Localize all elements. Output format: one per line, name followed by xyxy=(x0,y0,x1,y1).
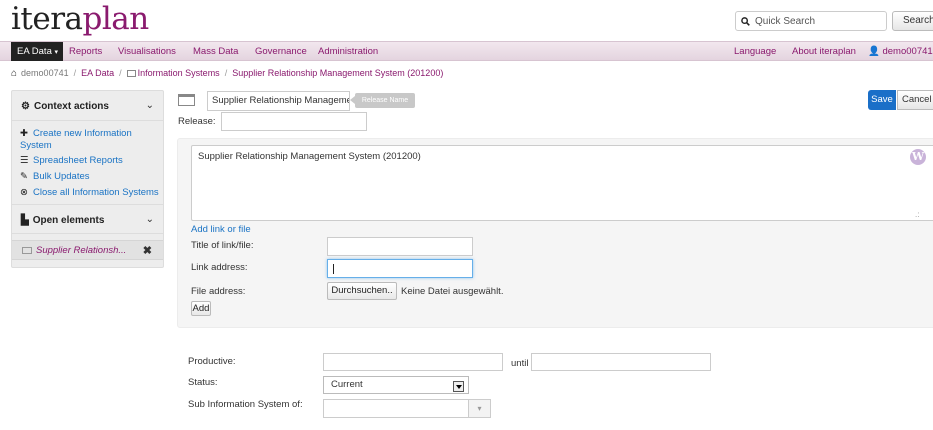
breadcrumb-ea-data[interactable]: EA Data xyxy=(81,68,114,78)
sub-information-system-input[interactable] xyxy=(323,399,469,418)
main-navbar: EA Data ▾ Reports Visualisations Mass Da… xyxy=(0,41,933,61)
app-logo: iteraplan xyxy=(11,1,149,37)
nav-administration[interactable]: Administration xyxy=(318,42,378,61)
nav-user[interactable]: 👤 demo00741 xyxy=(868,42,933,61)
context-actions-title: Context actions xyxy=(33,101,109,112)
cancel-button[interactable]: Cancel xyxy=(897,90,933,110)
link-address-input[interactable] xyxy=(327,259,473,278)
create-new-link-cont[interactable]: System xyxy=(20,140,52,152)
plus-icon: ✚ xyxy=(20,128,28,139)
productive-from-input[interactable] xyxy=(323,353,503,371)
chevron-down-icon[interactable]: ⌄ xyxy=(146,100,154,111)
nav-visualisations[interactable]: Visualisations xyxy=(118,42,176,61)
sub-information-system-label: Sub Information System of: xyxy=(188,399,303,410)
wiki-icon[interactable]: W xyxy=(910,149,926,165)
add-button[interactable]: Add xyxy=(191,301,211,316)
window-icon xyxy=(178,94,195,106)
breadcrumb-user[interactable]: demo00741 xyxy=(21,68,69,78)
nav-about[interactable]: About iteraplan xyxy=(792,42,856,61)
link-title-input[interactable] xyxy=(327,237,473,256)
resize-grip-icon[interactable]: .: xyxy=(915,210,919,219)
productive-label: Productive: xyxy=(188,356,236,367)
caret-down-icon: ▾ xyxy=(54,49,59,56)
file-address-label: File address: xyxy=(191,286,246,297)
window-icon xyxy=(22,247,32,254)
search-button[interactable]: Search xyxy=(892,11,933,31)
link-address-label: Link address: xyxy=(191,262,248,273)
open-elements-title: Open elements xyxy=(32,215,105,226)
home-icon: ⌂ xyxy=(11,67,18,79)
open-element-label: Supplier Relationsh... xyxy=(36,245,127,256)
quick-search-placeholder: Quick Search xyxy=(755,15,816,27)
breadcrumb-current[interactable]: Supplier Relationship Management System … xyxy=(232,68,443,78)
no-file-text: Keine Datei ausgewählt. xyxy=(401,286,504,297)
productive-until-input[interactable] xyxy=(531,353,711,371)
text-cursor xyxy=(333,264,334,274)
release-input[interactable] xyxy=(221,112,367,131)
nav-ea-data[interactable]: EA Data ▾ xyxy=(11,42,63,61)
status-select[interactable]: Current xyxy=(323,376,469,394)
nav-language[interactable]: Language xyxy=(734,42,776,61)
save-button[interactable]: Save xyxy=(868,90,896,110)
context-actions-header[interactable]: ⚙ Context actions ⌄ xyxy=(12,91,163,121)
breadcrumb-information-systems[interactable]: Information Systems xyxy=(138,68,220,78)
nav-reports[interactable]: Reports xyxy=(69,42,102,61)
dropdown-arrow-icon xyxy=(453,381,464,392)
open-elements-header[interactable]: ▙ Open elements ⌄ xyxy=(12,204,163,234)
description-text: Supplier Relationship Management System … xyxy=(198,151,421,162)
sidebar: ⚙ Context actions ⌄ ✚ Create new Informati… xyxy=(11,90,164,268)
open-element-item[interactable]: Supplier Relationsh... ✖ xyxy=(12,240,163,260)
until-label: until xyxy=(511,358,529,369)
bulk-updates-link[interactable]: ✎ Bulk Updates xyxy=(20,171,90,183)
close-all-link[interactable]: ⊗ Close all Information Systems xyxy=(20,187,159,199)
window-icon xyxy=(126,69,136,77)
nav-governance[interactable]: Governance xyxy=(255,42,307,61)
gear-icon: ⚙ xyxy=(21,101,30,112)
browse-button[interactable]: Durchsuchen.. xyxy=(327,282,397,300)
caret-down-icon: ▾ xyxy=(477,404,482,413)
search-icon xyxy=(741,16,750,26)
add-link-or-file-link[interactable]: Add link or file xyxy=(191,224,251,235)
link-title-label: Title of link/file: xyxy=(191,240,254,251)
spreadsheet-reports-link[interactable]: ☰ Spreadsheet Reports xyxy=(20,155,123,167)
quick-search-input[interactable]: Quick Search xyxy=(735,11,887,31)
list-icon: ☰ xyxy=(20,155,29,166)
document-icon: ▙ xyxy=(21,215,29,226)
name-input[interactable]: Supplier Relationship Management System xyxy=(207,91,350,111)
pencil-icon: ✎ xyxy=(20,171,28,182)
user-icon: 👤 xyxy=(868,46,880,57)
status-value: Current xyxy=(331,379,363,390)
dropdown-toggle-button[interactable]: ▾ xyxy=(469,399,491,418)
chevron-down-icon[interactable]: ⌄ xyxy=(146,214,154,225)
close-icon[interactable]: ✖ xyxy=(143,244,152,257)
description-textarea[interactable]: Supplier Relationship Management System … xyxy=(191,145,933,221)
release-label: Release: xyxy=(178,116,216,127)
release-name-tooltip: Release Name xyxy=(350,93,415,108)
breadcrumb: ⌂ demo00741 / EA Data / Information Syst… xyxy=(11,67,444,79)
close-circle-icon: ⊗ xyxy=(20,187,28,198)
status-label: Status: xyxy=(188,377,218,388)
create-new-link[interactable]: ✚ Create new Information xyxy=(20,128,132,140)
nav-mass-data[interactable]: Mass Data xyxy=(193,42,238,61)
